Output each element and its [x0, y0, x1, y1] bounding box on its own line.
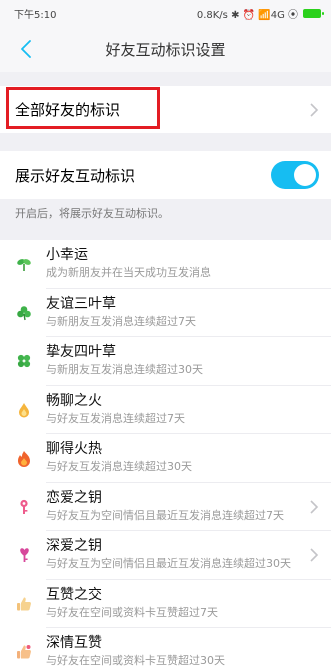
status-info: 0.8K/s ✱ ⏰ 📶4G ⦿ [196, 9, 298, 21]
mark-name: 恋爱之钥 [46, 489, 102, 506]
mark-desc: 与好友在空间或资料卡互赞超过30天 [46, 654, 225, 668]
mark-item[interactable]: 互赞之交 与好友在空间或资料卡互赞超过7天 [0, 580, 331, 628]
mark-desc: 与好友在空间或资料卡互赞超过7天 [46, 605, 218, 619]
mark-desc: 与好友互为空间情侣且最近互发消息连续超过7天 [46, 508, 284, 522]
mark-desc: 与好友互为空间情侣且最近互发消息连续超过30天 [46, 557, 291, 571]
mark-desc: 与新朋友互发消息连续超过7天 [46, 314, 196, 328]
mark-item[interactable]: 友谊三叶草 与新朋友互发消息连续超过7天 [0, 289, 331, 337]
mark-desc: 与好友互发消息连续超过30天 [46, 460, 192, 474]
mark-name: 聊得火热 [46, 441, 102, 458]
heart-key-icon [15, 546, 33, 564]
status-time: 下午5:10 [14, 9, 57, 21]
mark-name: 友谊三叶草 [46, 295, 116, 312]
show-marks-toggle[interactable] [271, 161, 319, 189]
toggle-knob [294, 164, 316, 186]
marks-list: 小幸运 成为新朋友并在当天成功互发消息 友谊三叶草 与新朋友互发消息连续超过7天 [0, 240, 331, 670]
mark-name: 深爱之钥 [46, 538, 102, 555]
mark-item[interactable]: 挚友四叶草 与新朋友互发消息连续超过30天 [0, 337, 331, 386]
sprout-icon [15, 255, 33, 273]
mark-desc: 与好友互发消息连续超过7天 [46, 411, 185, 425]
thumbs-up-icon [15, 595, 33, 613]
nav-bar: 好友互动标识设置 [0, 26, 331, 72]
mark-name: 深情互赞 [46, 635, 102, 652]
battery-icon [303, 8, 324, 18]
status-icons: 0.8K/s ✱ ⏰ 📶4G ⦿ [196, 6, 324, 21]
flame-icon [15, 449, 33, 467]
small-flame-icon [15, 401, 33, 419]
highlight-box [6, 87, 160, 129]
mark-item[interactable]: 聊得火热 与好友互发消息连续超过30天 [0, 434, 331, 483]
page-title: 好友互动标识设置 [105, 40, 226, 59]
mark-name: 小幸运 [46, 247, 88, 264]
show-marks-label: 展示好友互动标识 [15, 166, 136, 185]
mark-desc: 成为新朋友并在当天成功互发消息 [46, 266, 211, 280]
mark-item[interactable]: 小幸运 成为新朋友并在当天成功互发消息 [0, 240, 331, 289]
chevron-right-icon [310, 499, 319, 514]
mark-name: 挚友四叶草 [46, 344, 116, 361]
mark-name: 互赞之交 [46, 586, 102, 603]
mark-item[interactable]: 深爱之钥 与好友互为空间情侣且最近互发消息连续超过30天 [0, 531, 331, 580]
key-icon [15, 498, 33, 516]
mark-desc: 与新朋友互发消息连续超过30天 [46, 363, 203, 377]
gift-thumbs-up-icon [15, 643, 33, 661]
toggle-hint: 开启后，将展示好友互动标识。 [15, 207, 169, 220]
mark-name: 畅聊之火 [46, 392, 102, 409]
mark-item[interactable]: 恋爱之钥 与好友互为空间情侣且最近互发消息连续超过7天 [0, 483, 331, 531]
clover-icon [15, 304, 33, 322]
back-arrow-icon [21, 40, 31, 58]
status-bar: 下午5:10 0.8K/s ✱ ⏰ 📶4G ⦿ [0, 0, 331, 26]
back-button[interactable] [14, 36, 38, 62]
mark-item[interactable]: 深情互赞 与好友在空间或资料卡互赞超过30天 [0, 628, 331, 670]
chevron-right-icon [310, 548, 319, 562]
show-marks-row: 展示好友互动标识 [0, 151, 331, 199]
four-leaf-clover-icon [15, 352, 33, 370]
chevron-right-icon [310, 103, 319, 117]
mark-item[interactable]: 畅聊之火 与好友互发消息连续超过7天 [0, 386, 331, 434]
